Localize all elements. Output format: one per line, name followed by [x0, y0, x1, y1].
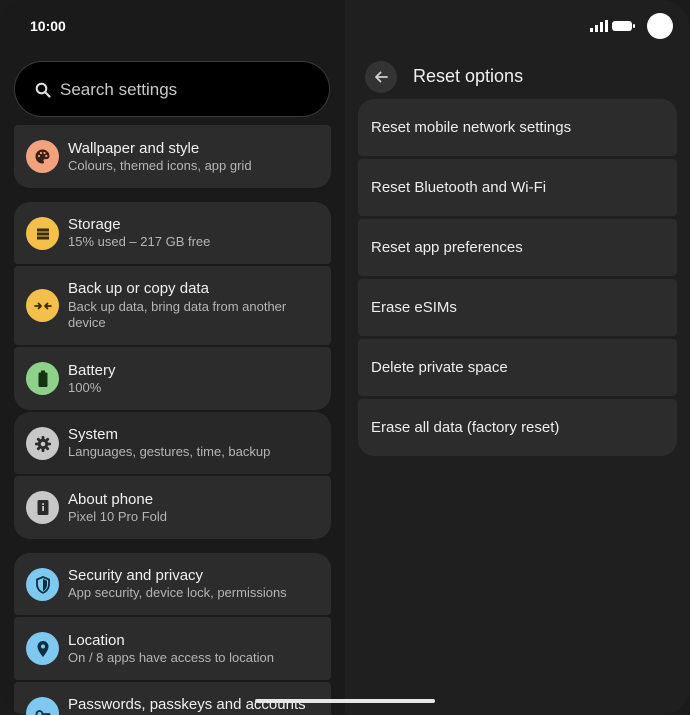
search-settings-bar[interactable]: Search settings: [14, 61, 330, 117]
settings-item-backup[interactable]: Back up or copy data Back up data, bring…: [14, 266, 331, 345]
storage-icon: [26, 217, 59, 250]
reset-options-pane: Reset options Reset mobile network setti…: [345, 0, 690, 715]
settings-item-subtitle: Pixel 10 Pro Fold: [68, 509, 167, 524]
location-pin-icon: [26, 632, 59, 665]
settings-item-title: Security and privacy: [68, 567, 204, 584]
key-icon: [26, 697, 59, 715]
settings-item-title: System: [68, 426, 119, 443]
settings-item-wallpaper[interactable]: Wallpaper and style Colours, themed icon…: [14, 125, 331, 188]
settings-item-storage[interactable]: Storage 15% used – 217 GB free: [14, 202, 331, 264]
search-placeholder: Search settings: [60, 80, 178, 99]
reset-option-mobile-network[interactable]: Reset mobile network settings: [358, 99, 677, 156]
shield-icon: [26, 568, 59, 601]
settings-item-subtitle: Colours, themed icons, app grid: [68, 158, 252, 173]
reset-option-label: Reset app preferences: [371, 239, 523, 256]
reset-option-bluetooth-wifi[interactable]: Reset Bluetooth and Wi-Fi: [358, 159, 677, 216]
settings-item-subtitle: App security, device lock, permissions: [68, 585, 287, 600]
reset-option-erase-esims[interactable]: Erase eSIMs: [358, 279, 677, 336]
settings-item-title: Wallpaper and style: [68, 140, 200, 157]
settings-item-title: About phone: [68, 491, 154, 508]
status-time: 10:00: [30, 18, 66, 34]
backup-arrows-icon: [26, 289, 59, 322]
signal-icon: [590, 20, 608, 32]
reset-option-label: Reset mobile network settings: [371, 119, 572, 136]
settings-item-system[interactable]: System Languages, gestures, time, backup: [14, 412, 331, 474]
reset-option-label: Erase eSIMs: [371, 299, 457, 316]
battery-status-icon: [612, 21, 635, 31]
device-screen: 10:00 Search settings Wallpaper and styl…: [0, 0, 690, 715]
battery-icon: [26, 362, 59, 395]
settings-item-security-privacy[interactable]: Security and privacy App security, devic…: [14, 553, 331, 615]
info-icon: [26, 491, 59, 524]
back-button[interactable]: [365, 61, 397, 93]
page-title: Reset options: [413, 66, 524, 86]
settings-item-title: Storage: [68, 216, 121, 233]
reset-option-app-preferences[interactable]: Reset app preferences: [358, 219, 677, 276]
settings-item-title: Back up or copy data: [68, 280, 209, 297]
status-bar: 10:00: [0, 0, 690, 52]
palette-icon: [26, 140, 59, 173]
gear-icon: [26, 427, 59, 460]
reset-option-delete-private-space[interactable]: Delete private space: [358, 339, 677, 396]
settings-item-subtitle: On / 8 apps have access to location: [68, 650, 274, 665]
settings-item-about-phone[interactable]: About phone Pixel 10 Pro Fold: [14, 476, 331, 539]
reset-option-label: Erase all data (factory reset): [371, 419, 560, 436]
settings-item-title: Battery: [68, 362, 116, 379]
settings-list-pane: Search settings Wallpaper and style Colo…: [0, 0, 345, 715]
reset-option-factory-reset[interactable]: Erase all data (factory reset): [358, 399, 677, 456]
settings-item-subtitle: 100%: [68, 380, 102, 395]
reset-option-label: Delete private space: [371, 359, 508, 376]
gesture-navigation-bar[interactable]: [255, 699, 435, 703]
reset-option-label: Reset Bluetooth and Wi-Fi: [371, 179, 547, 196]
settings-item-title: Location: [68, 632, 125, 649]
camera-cutout: [647, 13, 673, 39]
search-icon: [35, 82, 51, 98]
settings-item-subtitle: Back up data, bring data from another de…: [68, 299, 287, 330]
arrow-back-icon: [375, 71, 388, 83]
settings-item-subtitle: Languages, gestures, time, backup: [68, 444, 271, 459]
settings-item-location[interactable]: Location On / 8 apps have access to loca…: [14, 617, 331, 680]
settings-item-battery[interactable]: Battery 100%: [14, 347, 331, 410]
settings-item-subtitle: 15% used – 217 GB free: [68, 234, 211, 249]
